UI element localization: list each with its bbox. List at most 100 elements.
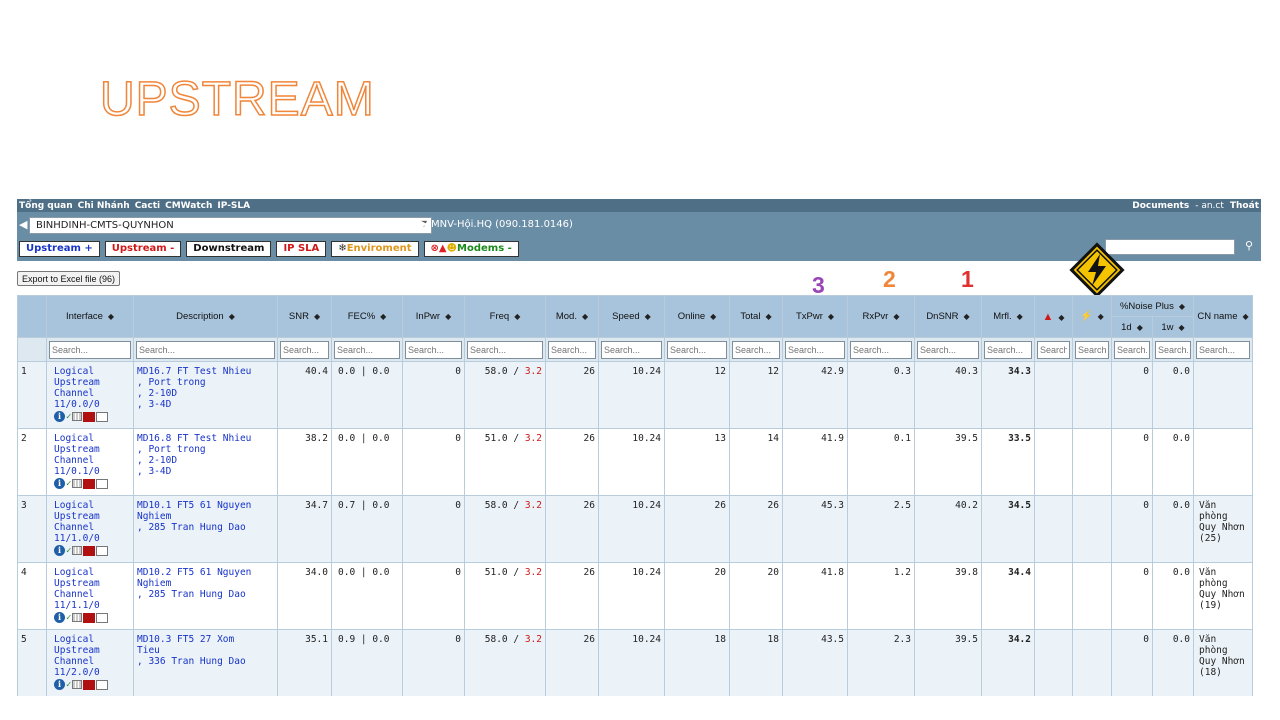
interface-link[interactable]: Channel <box>50 455 130 466</box>
table-icon[interactable] <box>72 412 83 421</box>
col-noise-plus[interactable]: %Noise Plus ◆ <box>1111 295 1194 317</box>
filter-noise-1w[interactable] <box>1155 340 1191 359</box>
chart-icon[interactable] <box>96 612 109 623</box>
table-row[interactable]: 4 Logical Upstream Channel 11/1.1/0 i ✓ MD1… <box>17 562 1253 630</box>
upstream-plus-button[interactable]: Upstream + <box>19 241 100 257</box>
col-noise-1w[interactable]: 1w ◆ <box>1152 316 1194 338</box>
description-text[interactable]: , 2-10D <box>137 388 274 399</box>
check-icon[interactable]: ✓ <box>66 479 71 489</box>
nav-cacti[interactable]: Cacti <box>135 201 160 211</box>
graph-icon[interactable] <box>83 679 96 690</box>
cell-mod[interactable]: 26 <box>545 428 599 496</box>
table-row[interactable]: 2 Logical Upstream Channel 11/0.1/0 i ✓ MD1… <box>17 428 1253 496</box>
filter-online[interactable] <box>667 340 727 359</box>
filter-description[interactable] <box>136 340 275 359</box>
interface-link[interactable]: Channel <box>50 388 130 399</box>
description-text[interactable]: , 2-10D <box>137 455 274 466</box>
col-description[interactable]: Description ◆ <box>133 295 278 338</box>
description-text[interactable]: Tieu <box>137 645 274 656</box>
col-online[interactable]: Online ◆ <box>664 295 730 338</box>
nav-cmwatch[interactable]: CMWatch <box>165 201 212 211</box>
filter-cn-name[interactable] <box>1196 340 1250 359</box>
graph-icon[interactable] <box>83 411 96 422</box>
col-cn-name[interactable]: CN name ◆ <box>1193 295 1253 338</box>
description-text[interactable]: Nghiem <box>137 511 274 522</box>
upstream-minus-button[interactable]: Upstream - <box>104 241 182 257</box>
chart-icon[interactable] <box>96 545 109 556</box>
col-mrfl[interactable]: Mrfl. ◆ <box>981 295 1035 338</box>
table-row[interactable]: 3 Logical Upstream Channel 11/1.0/0 i ✓ MD1… <box>17 495 1253 563</box>
description-text[interactable]: MD10.1 FT5 61 Nguyen <box>137 500 274 511</box>
info-icon[interactable]: i <box>54 545 65 556</box>
col-freq[interactable]: Freq ◆ <box>464 295 546 338</box>
filter-mod[interactable] <box>548 340 596 359</box>
interface-link[interactable]: 11/1.1/0 <box>50 600 130 611</box>
graph-icon[interactable] <box>83 545 96 556</box>
chart-icon[interactable] <box>96 478 109 489</box>
cell-mod[interactable]: 26 <box>545 629 599 696</box>
interface-link[interactable]: Logical <box>50 366 130 377</box>
table-icon[interactable] <box>72 479 83 488</box>
table-icon[interactable] <box>72 680 83 689</box>
filter-freq[interactable] <box>467 340 543 359</box>
description-text[interactable]: , Port trong <box>137 377 274 388</box>
description-text[interactable]: MD10.2 FT5 61 Nguyen <box>137 567 274 578</box>
interface-link[interactable]: Channel <box>50 589 130 600</box>
interface-link[interactable]: 11/0.0/0 <box>50 399 130 410</box>
nav-overview[interactable]: Tổng quan <box>19 201 73 211</box>
table-row[interactable]: 1 Logical Upstream Channel 11/0.0/0 i ✓ MD1… <box>17 361 1253 429</box>
interface-link[interactable]: 11/2.0/0 <box>50 667 130 678</box>
search-icon[interactable]: ⚲ <box>1245 239 1253 252</box>
cell-mod[interactable]: 26 <box>545 562 599 630</box>
description-text[interactable]: , 3-4D <box>137 399 274 410</box>
interface-link[interactable]: Logical <box>50 433 130 444</box>
ip-sla-button[interactable]: IP SLA <box>276 241 327 257</box>
description-text[interactable]: , Port trong <box>137 444 274 455</box>
graph-icon[interactable] <box>83 478 96 489</box>
interface-link[interactable]: 11/0.1/0 <box>50 466 130 477</box>
description-text[interactable]: , 3-4D <box>137 466 274 477</box>
filter-inpwr[interactable] <box>405 340 462 359</box>
interface-link[interactable]: Channel <box>50 656 130 667</box>
description-text[interactable]: Nghiem <box>137 578 274 589</box>
interface-link[interactable]: Upstream <box>50 377 130 388</box>
col-power[interactable]: ⚡ ◆ <box>1072 295 1112 338</box>
graph-icon[interactable] <box>83 612 96 623</box>
environment-button[interactable]: ❄Enviroment <box>331 241 419 257</box>
back-arrow-icon[interactable]: ◀ <box>19 218 27 231</box>
downstream-button[interactable]: Downstream <box>186 241 272 257</box>
chart-icon[interactable] <box>96 411 109 422</box>
nav-documents[interactable]: Documents <box>1132 201 1189 211</box>
interface-link[interactable]: Upstream <box>50 511 130 522</box>
interface-link[interactable]: Logical <box>50 500 130 511</box>
filter-dnsnr[interactable] <box>917 340 979 359</box>
filter-interface[interactable] <box>49 340 131 359</box>
filter-fec[interactable] <box>334 340 400 359</box>
filter-snr[interactable] <box>280 340 329 359</box>
interface-link[interactable]: Upstream <box>50 645 130 656</box>
info-icon[interactable]: i <box>54 679 65 690</box>
description-text[interactable]: MD16.7 FT Test Nhieu <box>137 366 274 377</box>
check-icon[interactable]: ✓ <box>66 546 71 556</box>
description-text[interactable]: , 285 Tran Hung Dao <box>137 589 274 600</box>
col-inpwr[interactable]: InPwr ◆ <box>402 295 465 338</box>
filter-txpwr[interactable] <box>785 340 845 359</box>
filter-power[interactable] <box>1075 340 1109 359</box>
info-icon[interactable]: i <box>54 612 65 623</box>
col-snr[interactable]: SNR ◆ <box>277 295 332 338</box>
interface-link[interactable]: Upstream <box>50 444 130 455</box>
description-text[interactable]: , 336 Tran Hung Dao <box>137 656 274 667</box>
filter-rxpwr[interactable] <box>850 340 912 359</box>
filter-total[interactable] <box>732 340 780 359</box>
col-dnsnr[interactable]: DnSNR ◆ <box>914 295 982 338</box>
modems-button[interactable]: ⊗▲☻Modems - <box>423 241 519 257</box>
col-fec[interactable]: FEC% ◆ <box>331 295 403 338</box>
table-icon[interactable] <box>72 546 83 555</box>
info-icon[interactable]: i <box>54 411 65 422</box>
filter-mrfl[interactable] <box>984 340 1032 359</box>
col-noise-1d[interactable]: 1d ◆ <box>1111 316 1153 338</box>
col-rxpwr[interactable]: RxPvr ◆ <box>847 295 915 338</box>
info-icon[interactable]: i <box>54 478 65 489</box>
col-interface[interactable]: Interface ◆ <box>46 295 134 338</box>
filter-noise-1d[interactable] <box>1114 340 1150 359</box>
